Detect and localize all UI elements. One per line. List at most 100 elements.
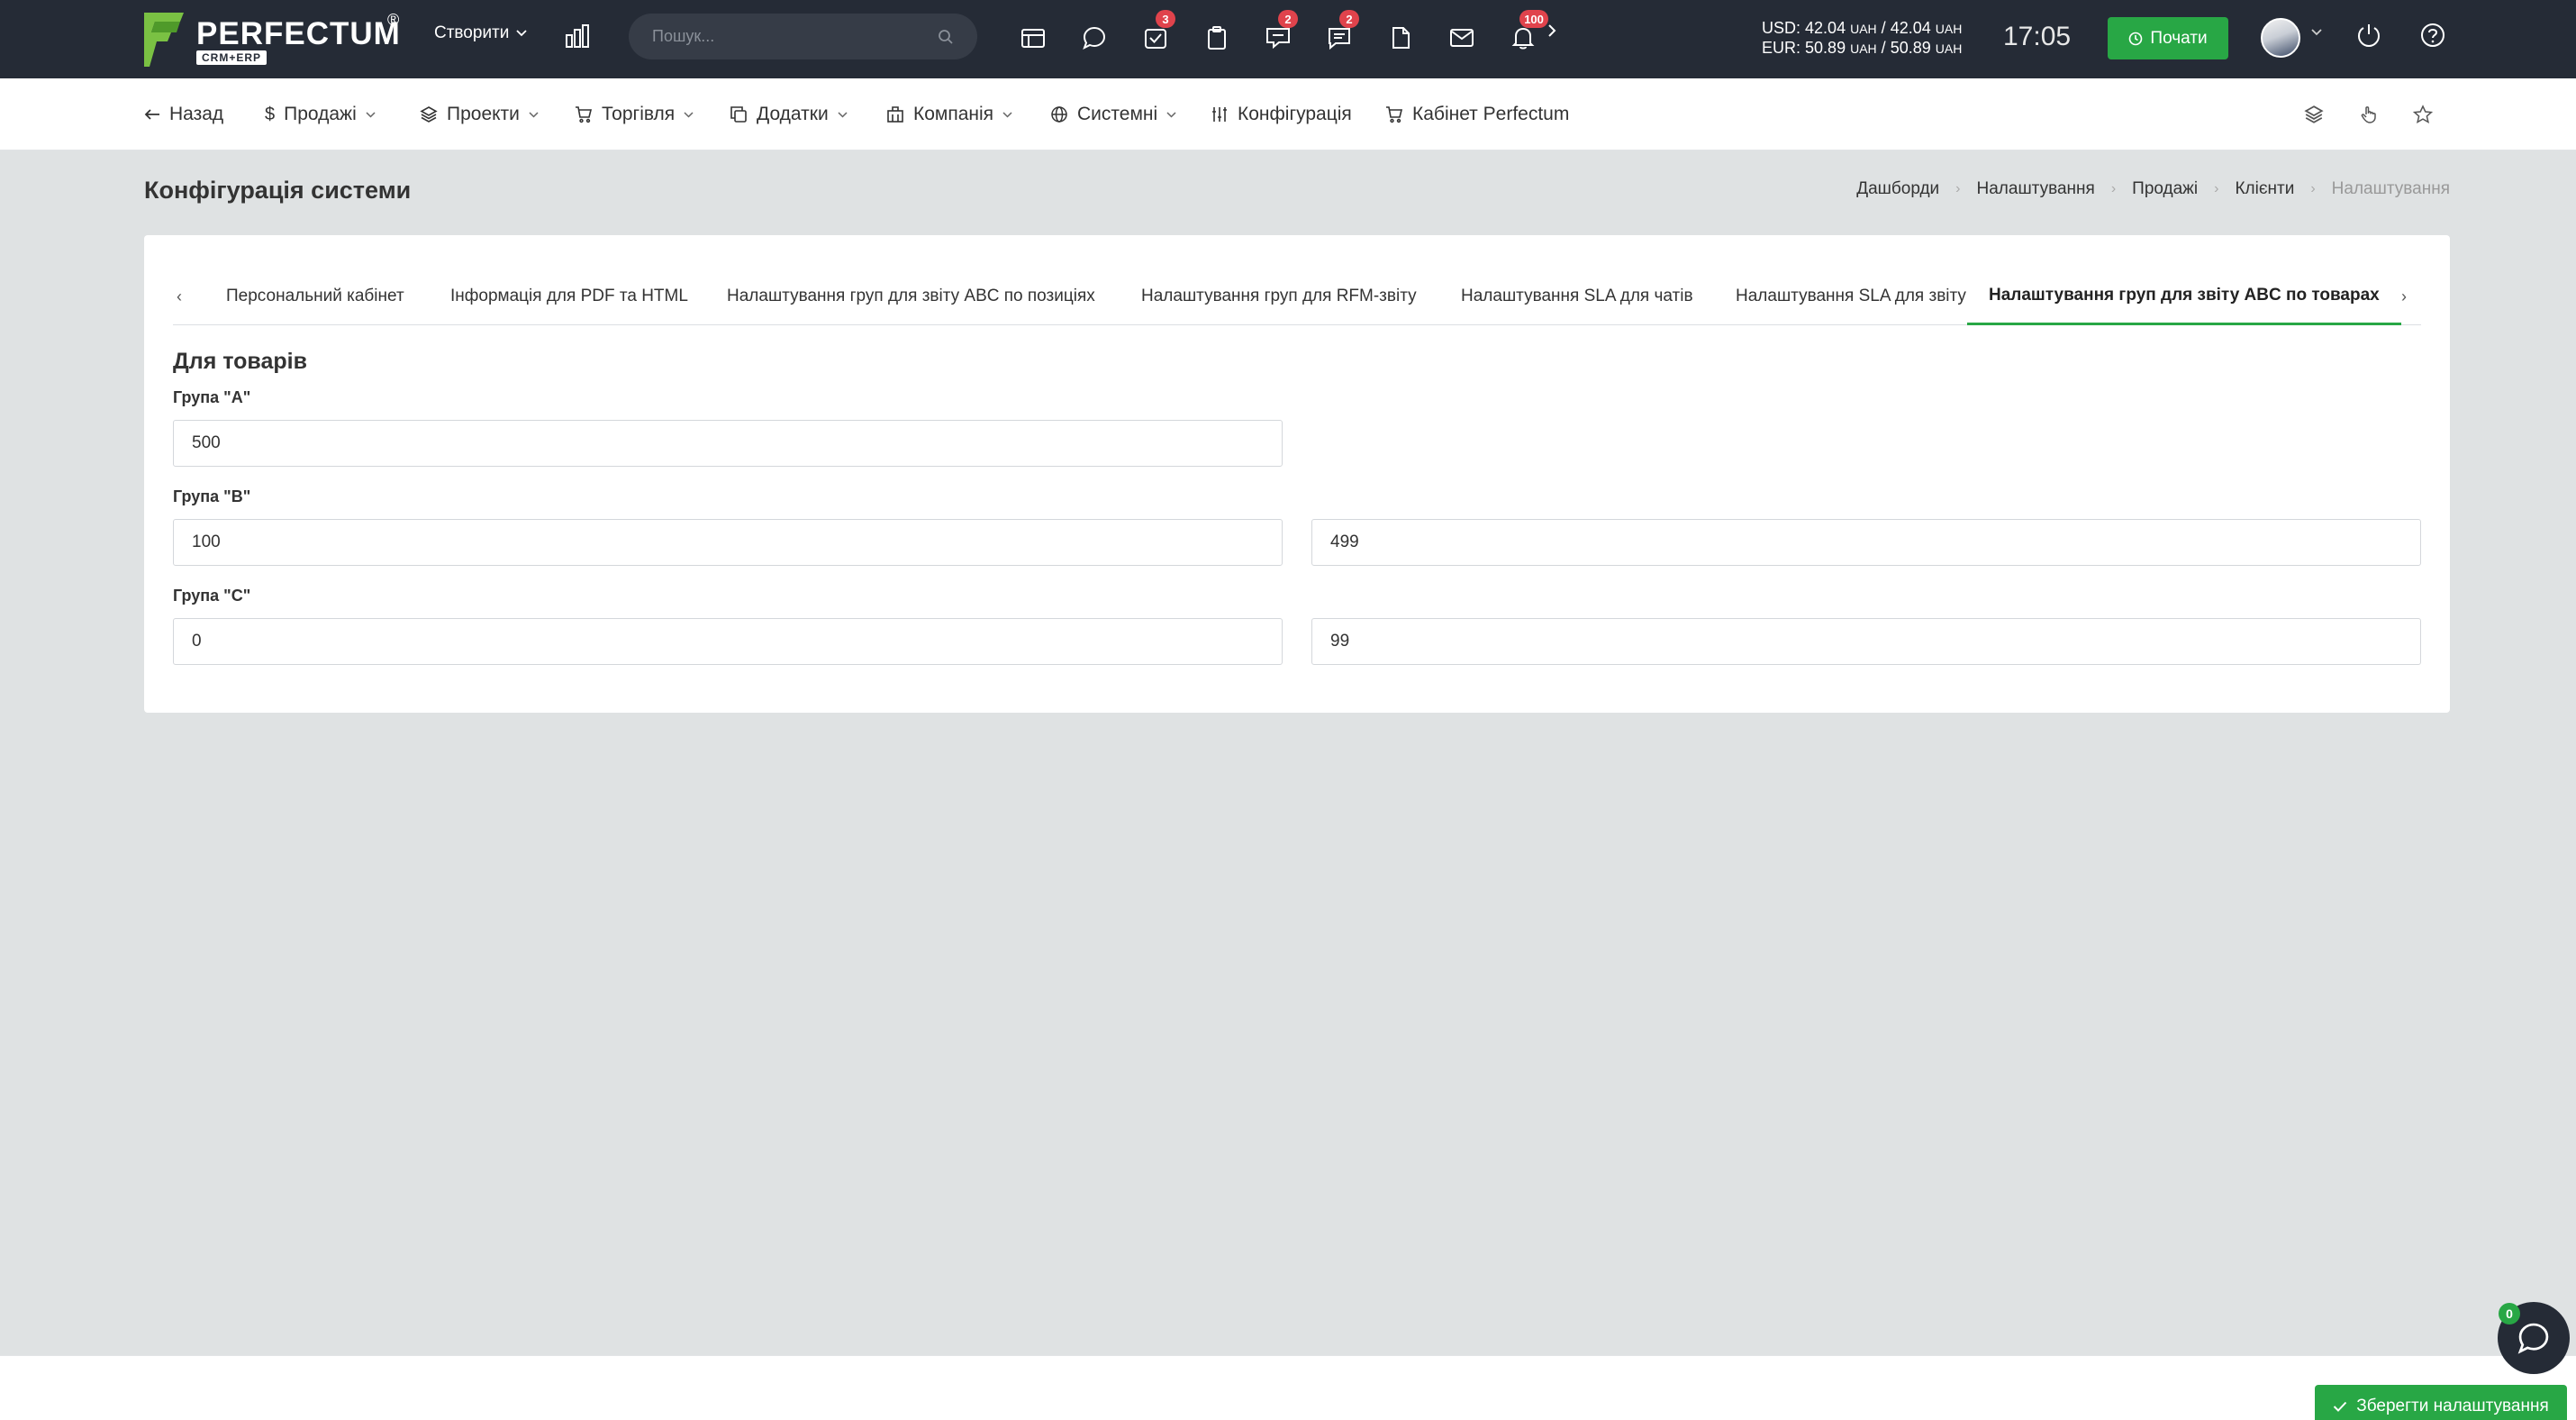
currency-rates: USD: 42.04 UAH / 42.04 UAH EUR: 50.89 UA…	[1762, 19, 1962, 59]
tab-abc-positions[interactable]: Налаштування груп для звіту ABC по позиц…	[727, 268, 1095, 325]
main-nav: Назад $ Продажі Проекти Торгівля Додатки…	[0, 78, 2576, 150]
tab-personal-cabinet[interactable]: Персональний кабінет	[226, 268, 404, 325]
breadcrumb-item[interactable]: Продажі	[2132, 179, 2198, 199]
tabs-scroll-left-icon[interactable]: ‹	[177, 268, 182, 325]
group-c-to-input[interactable]	[1311, 618, 2421, 665]
breadcrumb-separator-icon: ›	[2310, 181, 2316, 196]
nav-projects[interactable]: Проекти	[420, 78, 539, 150]
top-icons: 3 2 2 100	[1016, 10, 1548, 56]
nav-trade[interactable]: Торгівля	[575, 78, 694, 150]
group-b-from-input[interactable]	[173, 519, 1283, 566]
page-title: Конфігурація системи	[144, 177, 412, 204]
tasks-icon[interactable]: 3	[1138, 10, 1175, 55]
breadcrumb-item[interactable]: Дашборди	[1856, 179, 1939, 199]
cart-icon	[1385, 105, 1403, 123]
tab-rfm-groups[interactable]: Налаштування груп для RFM-звіту	[1141, 268, 1417, 325]
logo-registered-mark: ®	[387, 11, 400, 29]
create-dropdown[interactable]: Створити	[434, 23, 528, 43]
clock-icon	[2128, 32, 2143, 46]
hand-pointer-icon[interactable]	[2359, 78, 2379, 150]
tasks-badge: 3	[1156, 10, 1175, 28]
create-label: Створити	[434, 23, 510, 42]
breadcrumb-separator-icon: ›	[2110, 181, 2117, 196]
stats-icon[interactable]	[564, 23, 591, 50]
breadcrumb-current: Налаштування	[2331, 179, 2450, 198]
group-c-label: Група "С"	[173, 587, 251, 605]
notifications-badge: 100	[1519, 10, 1548, 28]
breadcrumb-item[interactable]: Клієнти	[2235, 179, 2294, 199]
breadcrumb-item[interactable]: Налаштування	[1977, 179, 2095, 199]
nav-cabinet[interactable]: Кабінет Perfectum	[1385, 78, 1569, 150]
cart-icon	[575, 105, 593, 123]
bell-icon[interactable]: 100	[1506, 10, 1548, 55]
sliders-icon	[1211, 105, 1229, 123]
chat-badge: 0	[2499, 1303, 2520, 1324]
document-icon[interactable]	[1383, 21, 1418, 55]
settings-tabs: ‹ Персональний кабінет Інформація для PD…	[173, 268, 2421, 325]
settings-card: ‹ Персональний кабінет Інформація для PD…	[144, 235, 2450, 713]
section-title: Для товарів	[173, 349, 307, 374]
star-icon[interactable]	[2413, 78, 2433, 150]
chevron-down-icon	[529, 111, 539, 118]
tabs-scroll-right-icon[interactable]: ›	[2401, 268, 2407, 325]
save-label: Зберегти налаштування	[2356, 1396, 2549, 1415]
nav-config[interactable]: Конфігурація	[1211, 78, 1352, 150]
clipboard-icon[interactable]	[1200, 21, 1234, 55]
tab-sla-report[interactable]: Налаштування SLA для звіту	[1736, 268, 1966, 325]
chat-bubble-icon[interactable]	[1077, 21, 1111, 55]
chevron-down-icon	[1002, 111, 1012, 118]
copy-icon	[730, 105, 748, 123]
top-bar: PERFECTUM ® CRM+ERP Створити 3	[0, 0, 2576, 78]
tab-sla-chats[interactable]: Налаштування SLA для чатів	[1461, 268, 1693, 325]
start-label: Почати	[2150, 28, 2208, 48]
eur-rate: EUR: 50.89 UAH / 50.89 UAH	[1762, 39, 1963, 57]
avatar[interactable]	[2261, 18, 2300, 58]
mail-icon[interactable]	[1445, 21, 1479, 55]
comments-icon[interactable]: 2	[1322, 10, 1359, 55]
search-input[interactable]	[652, 27, 938, 46]
building-icon	[886, 105, 904, 123]
group-a-label: Група "А"	[173, 388, 251, 406]
logo[interactable]: PERFECTUM ® CRM+ERP	[144, 11, 405, 67]
nav-addons[interactable]: Додатки	[730, 78, 848, 150]
chevron-down-icon	[838, 111, 848, 118]
chevron-down-icon	[366, 111, 376, 118]
breadcrumb-separator-icon: ›	[2214, 181, 2219, 196]
nav-system[interactable]: Системні	[1050, 78, 1176, 150]
chevron-right-icon[interactable]	[1547, 23, 1556, 38]
chevron-down-icon	[1166, 111, 1176, 118]
messages-badge: 2	[1278, 10, 1298, 28]
start-button[interactable]: Почати	[2108, 17, 2228, 59]
tab-abc-products[interactable]: Налаштування груп для звіту ABC по товар…	[1967, 268, 2401, 325]
power-icon[interactable]	[2356, 22, 2381, 49]
chevron-down-icon	[684, 111, 694, 118]
breadcrumb-separator-icon: ›	[1955, 181, 1961, 196]
usd-rate: USD: 42.04 UAH / 42.04 UAH	[1762, 19, 1963, 37]
group-b-to-input[interactable]	[1311, 519, 2421, 566]
globe-icon	[1050, 105, 1068, 123]
help-icon[interactable]	[2419, 22, 2446, 49]
chevron-down-icon[interactable]	[2311, 29, 2322, 36]
tab-pdf-html-info[interactable]: Інформація для PDF та HTML	[450, 268, 688, 325]
layers-icon[interactable]	[2304, 78, 2324, 150]
chevron-down-icon	[516, 30, 528, 37]
logo-subtitle: CRM+ERP	[196, 50, 268, 65]
calendar-icon[interactable]	[1016, 21, 1050, 55]
logo-mark-icon	[144, 13, 184, 67]
nav-sales[interactable]: $ Продажі	[265, 78, 376, 150]
dollar-icon: $	[265, 104, 276, 124]
search-box[interactable]	[629, 14, 977, 59]
nav-back[interactable]: Назад	[144, 78, 223, 150]
group-b-label: Група "В"	[173, 487, 251, 505]
save-settings-button[interactable]: Зберегти налаштування	[2315, 1385, 2567, 1420]
comments-badge: 2	[1339, 10, 1359, 28]
chat-bubble-icon	[2517, 1323, 2549, 1354]
clock: 17:05	[2003, 22, 2072, 51]
group-c-from-input[interactable]	[173, 618, 1283, 665]
breadcrumb: Дашборди › Налаштування › Продажі › Кліє…	[1856, 179, 2450, 199]
nav-company[interactable]: Компанія	[886, 78, 1012, 150]
messages-icon[interactable]: 2	[1261, 10, 1298, 55]
search-icon[interactable]	[938, 29, 954, 45]
group-a-input[interactable]	[173, 420, 1283, 467]
layers-icon	[420, 105, 438, 123]
